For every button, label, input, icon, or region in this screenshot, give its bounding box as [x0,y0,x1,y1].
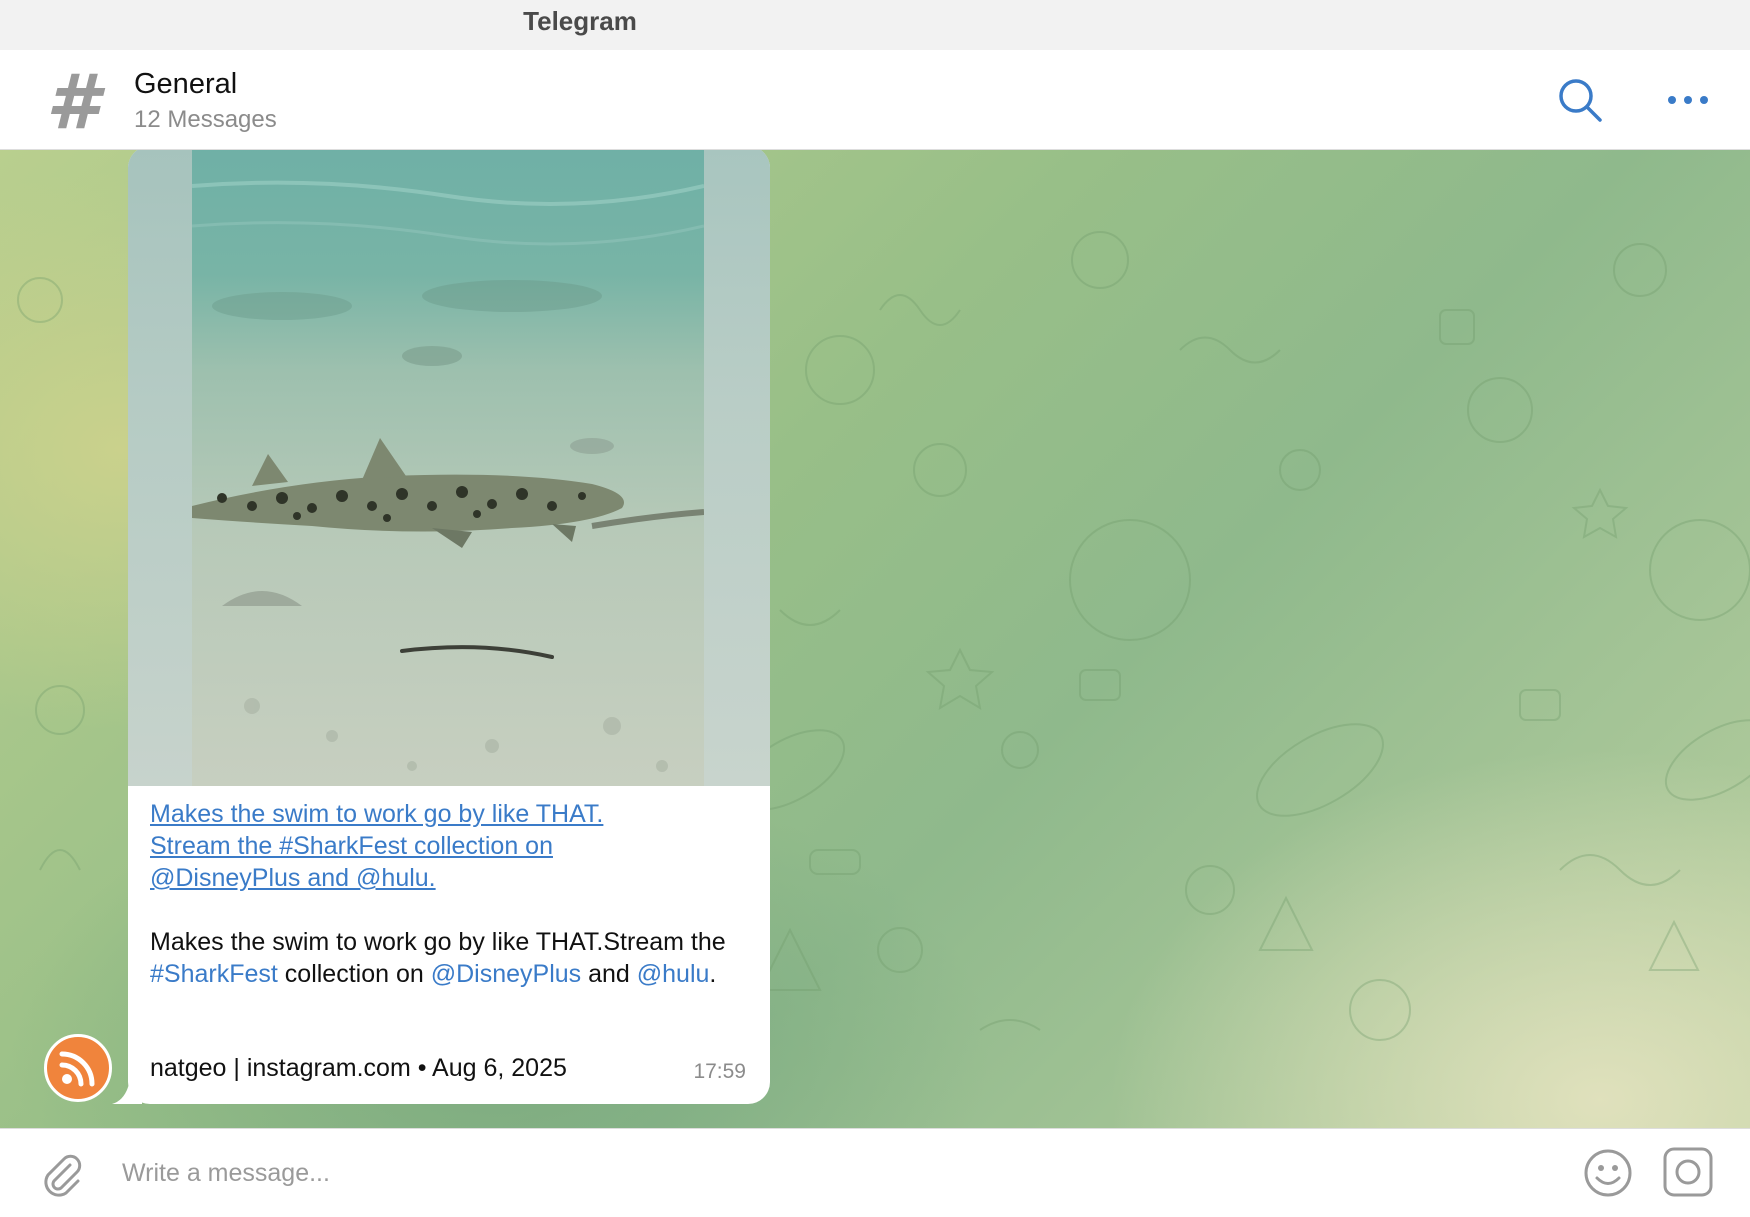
message-composer [0,1128,1750,1217]
more-icon[interactable] [1664,76,1712,124]
rss-icon [59,1051,95,1087]
desc-text-1: Makes the swim to work go by like THAT.S… [150,928,726,956]
message-input[interactable] [120,1149,1544,1197]
channel-title[interactable]: General [134,68,237,101]
shark-underwater-photo[interactable] [192,150,704,786]
media-blur-left [128,150,192,786]
link-source: natgeo | instagram.com • Aug 6, 2025 [150,1054,567,1082]
link-title-line-3[interactable]: @DisneyPlus and @hulu. [150,862,750,894]
hash-icon: # [46,57,99,146]
link-preview-media[interactable] [128,150,770,786]
search-icon[interactable] [1556,76,1604,124]
chat-header: # General 12 Messages [0,50,1750,150]
mention-link-disneyplus[interactable]: @DisneyPlus [431,960,581,988]
link-title-line-2[interactable]: Stream the #SharkFest collection on [150,830,750,862]
hashtag-link[interactable]: #SharkFest [150,960,278,988]
window-title: Telegram [523,6,637,36]
message-bubble[interactable]: Makes the swim to work go by like THAT. … [128,150,770,1104]
emoji-icon[interactable] [1582,1147,1634,1199]
chat-area[interactable]: Makes the swim to work go by like THAT. … [0,150,1750,1128]
window-titlebar: Telegram [0,0,1750,50]
channel-avatar[interactable] [44,1034,112,1102]
desc-text-4: . [709,960,717,988]
link-preview-description: Makes the swim to work go by like THAT.S… [150,926,750,990]
mention-link-hulu[interactable]: @hulu [637,960,710,988]
paperclip-icon[interactable] [38,1151,86,1199]
media-blur-right [704,150,770,786]
camera-icon[interactable] [1662,1145,1714,1199]
desc-text-3: and [581,960,637,988]
channel-subtitle: 12 Messages [134,106,277,133]
link-title-line-1[interactable]: Makes the swim to work go by like THAT. [150,798,750,830]
message-timestamp: 17:59 [693,1060,746,1083]
desc-text-2: collection on [277,960,431,988]
link-preview-title[interactable]: Makes the swim to work go by like THAT. … [150,798,750,894]
